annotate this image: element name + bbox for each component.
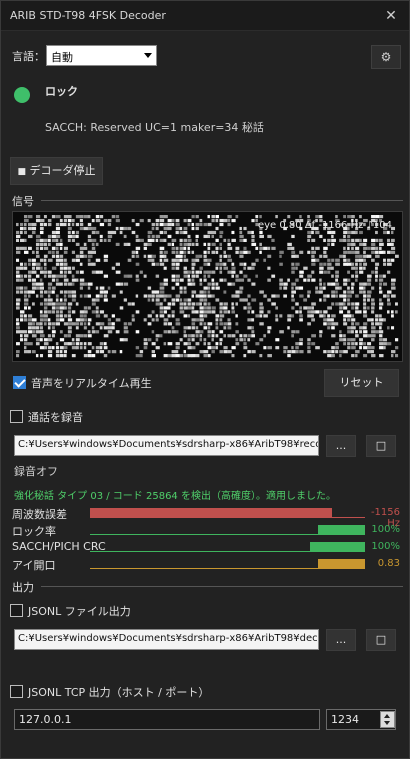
language-selected-value: 自動 <box>51 51 73 64</box>
record-call-label: 通話を録音 <box>28 411 83 424</box>
output-section-title: 出力 <box>12 581 34 594</box>
sacch-status-detail: SACCH: Reserved UC=1 maker=34 秘話 <box>45 121 264 134</box>
meter-label: 周波数誤差 <box>12 508 67 521</box>
meter-value: 100% <box>371 524 400 535</box>
recording-path-input[interactable]: C:¥Users¥windows¥Documents¥sdrsharp-x86¥… <box>14 435 319 456</box>
jsonl-file-checkbox[interactable] <box>10 604 23 617</box>
language-select[interactable]: 自動 <box>46 45 157 66</box>
chevron-down-icon <box>144 53 152 58</box>
recording-status: 録音オフ <box>14 465 58 478</box>
meter-label: ロック率 <box>12 525 56 538</box>
meter-label: アイ開口 <box>12 559 56 572</box>
realtime-audio-label: 音声をリアルタイム再生 <box>31 377 152 390</box>
gear-icon: ⚙ <box>380 50 392 64</box>
jsonl-file-path-input[interactable]: C:¥Users¥windows¥Documents¥sdrsharp-x86¥… <box>14 629 319 650</box>
jsonl-browse-button[interactable]: ... <box>326 629 356 651</box>
tcp-host-input[interactable]: 127.0.0.1 <box>14 709 320 730</box>
title-bar: ARIB STD-T98 4FSK Decoder ✕ <box>1 1 409 31</box>
lock-status-text: ロック <box>45 85 78 98</box>
output-section-divider <box>41 586 403 587</box>
stop-icon: ■ <box>17 167 26 177</box>
jsonl-tcp-label: JSONL TCP 出力（ホスト / ポート） <box>28 686 210 699</box>
language-label: 言語： <box>12 50 45 63</box>
reset-button[interactable]: リセット <box>324 369 399 397</box>
jsonl-file-label: JSONL ファイル出力 <box>28 605 131 618</box>
window-title: ARIB STD-T98 4FSK Decoder <box>10 9 166 22</box>
signal-waterfall <box>16 215 399 358</box>
signal-readout: eye 0.80 Δf -1166 Hz ♪104 <box>257 220 392 231</box>
recording-open-folder-button[interactable]: □ <box>366 435 396 457</box>
settings-button[interactable]: ⚙ <box>371 45 401 69</box>
stepper-down-icon[interactable] <box>384 721 390 725</box>
meter-fill <box>90 508 332 518</box>
jsonl-open-folder-button[interactable]: □ <box>366 629 396 651</box>
lock-status-indicator <box>14 87 30 103</box>
port-stepper[interactable] <box>380 711 395 728</box>
folder-icon: □ <box>375 439 387 452</box>
realtime-audio-checkbox[interactable] <box>13 376 26 389</box>
decoder-window: ARIB STD-T98 4FSK Decoder ✕ 言語： 自動 ⚙ ロック… <box>0 0 410 759</box>
record-call-checkbox[interactable] <box>10 410 23 423</box>
jsonl-tcp-checkbox[interactable] <box>10 685 23 698</box>
stepper-up-icon[interactable] <box>384 714 390 718</box>
signal-display: eye 0.80 Δf -1166 Hz ♪104 <box>12 211 403 362</box>
folder-icon: □ <box>375 633 387 646</box>
signal-section-divider <box>41 200 403 201</box>
close-icon[interactable]: ✕ <box>381 6 401 26</box>
stop-decoder-label: デコーダ停止 <box>29 164 96 177</box>
meter-value: 100% <box>371 541 400 552</box>
meter-value: 0.83 <box>377 558 400 569</box>
recording-browse-button[interactable]: ... <box>326 435 356 457</box>
stop-decoder-button[interactable]: ■ デコーダ停止 <box>10 157 103 185</box>
encryption-detected-message: 強化秘話 タイプ 03 / コード 25864 を検出（高確度）。適用しました。 <box>14 491 336 502</box>
signal-section-title: 信号 <box>12 195 34 208</box>
eye-diagram-noise <box>16 215 399 358</box>
